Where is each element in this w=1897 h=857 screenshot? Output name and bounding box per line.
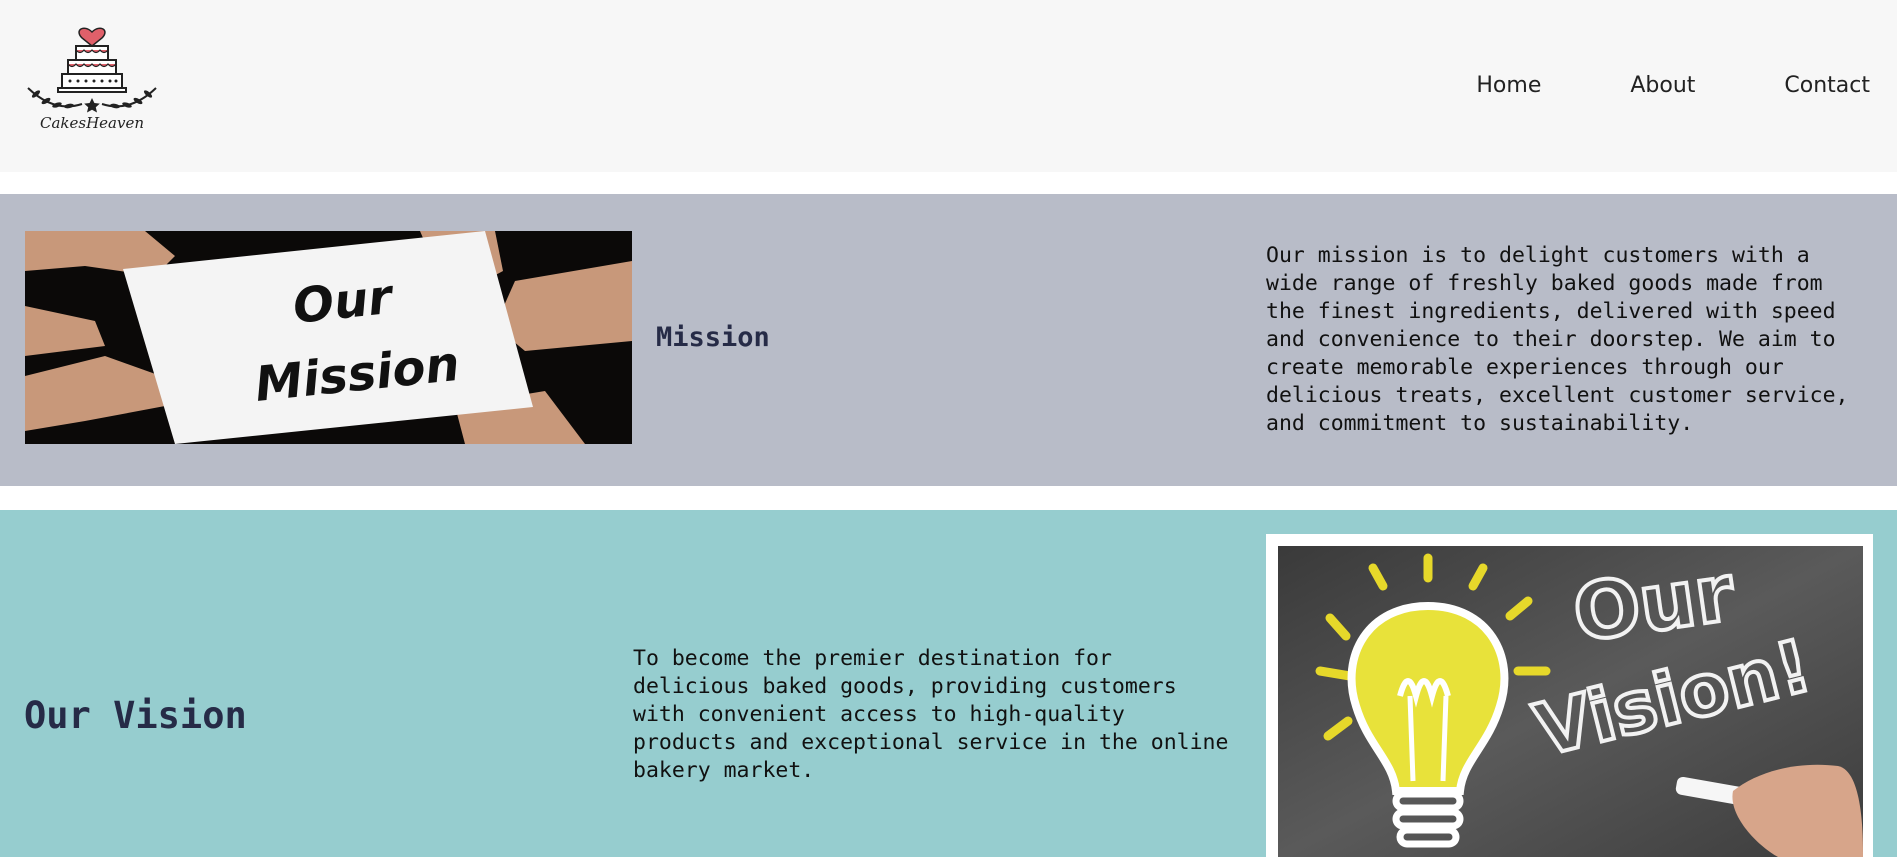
mission-text: Our mission is to delight customers with…: [1266, 243, 1849, 436]
cake-logo-icon: [27, 27, 157, 113]
vision-text: To become the premier destination for de…: [633, 646, 1229, 783]
brand-logo[interactable]: CakesHeaven: [24, 18, 160, 138]
mission-section: Our Mission Mission Our mission is to de…: [0, 194, 1897, 486]
main-nav: Home About Contact: [1476, 70, 1870, 102]
mission-title: Mission: [656, 322, 770, 353]
vision-section: Our Vision To become the premier destina…: [0, 510, 1897, 857]
vision-image: Our Vision!: [1278, 546, 1863, 857]
brand-name: CakesHeaven: [40, 114, 144, 132]
nav-contact[interactable]: Contact: [1784, 70, 1870, 102]
vision-title: Our Vision: [24, 694, 247, 737]
vision-image-frame: Our Vision!: [1266, 534, 1873, 857]
mission-image-text-1: Our: [290, 269, 397, 335]
site-header: CakesHeaven Home About Contact: [0, 0, 1897, 172]
mission-image: Our Mission: [25, 231, 632, 444]
nav-home[interactable]: Home: [1476, 70, 1541, 102]
nav-about[interactable]: About: [1630, 70, 1695, 102]
